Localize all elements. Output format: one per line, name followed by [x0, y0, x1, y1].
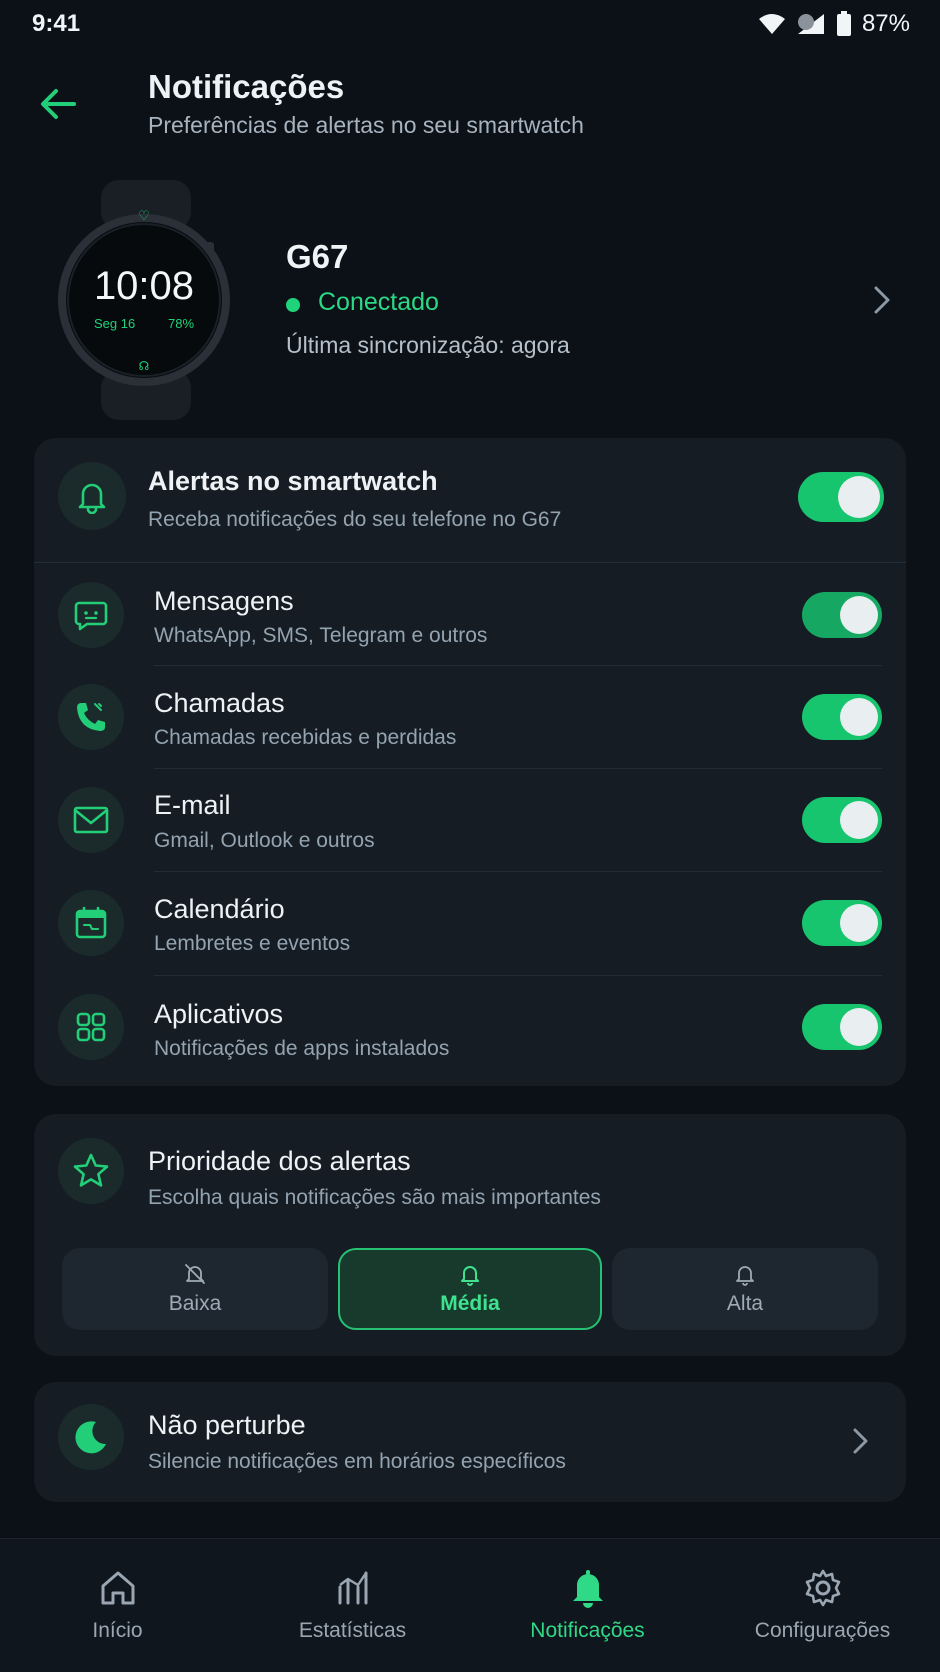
dnd-subtitle: Silencie notificações em horários especí… [148, 1450, 566, 1473]
list-item-subtitle: Gmail, Outlook e outros [154, 829, 375, 852]
calls-toggle[interactable] [802, 694, 882, 740]
home-icon [101, 1571, 134, 1605]
nav-label: Notificações [530, 1619, 645, 1642]
watch-date: Seg 16 [94, 316, 136, 331]
device-name: G67 [286, 238, 349, 275]
toggle-knob [840, 1008, 878, 1046]
list-item-subtitle: Lembretes e eventos [154, 932, 351, 955]
calendar-toggle[interactable] [802, 900, 882, 946]
priority-option-high[interactable]: Alta [612, 1248, 878, 1330]
divider [154, 871, 882, 872]
page-subtitle: Preferências de alertas no seu smartwatc… [148, 112, 584, 138]
page-title: Notificações [148, 68, 345, 105]
star-icon-wrap [58, 1138, 124, 1204]
chevron-right-icon [853, 1428, 868, 1454]
apps-icon-wrap [58, 994, 124, 1060]
status-bar: 9:41 87% [0, 0, 940, 46]
divider [34, 562, 906, 563]
battery-icon [836, 11, 851, 36]
divider [154, 975, 882, 976]
bell-icon [78, 483, 106, 514]
priority-subtitle: Escolha quais notificações são mais impo… [148, 1186, 601, 1209]
message-icon-wrap [58, 582, 124, 648]
bell-icon [736, 1266, 754, 1286]
list-item-title: Aplicativos [154, 999, 284, 1029]
nav-item-settings[interactable]: Configurações [705, 1539, 940, 1672]
phone-icon [77, 703, 105, 731]
dnd-title: Não perturbe [148, 1410, 306, 1440]
battery-percent: 87% [861, 10, 910, 37]
status-time: 9:41 [32, 10, 81, 37]
nav-label: Estatísticas [298, 1619, 407, 1642]
list-item-title: Calendário [154, 894, 285, 924]
connected-dot-icon [286, 298, 300, 312]
list-item-subtitle: Notificações de apps instalados [154, 1037, 450, 1060]
smartwatch-image: ♡ ☊ 10:08 Seg 16 78% [56, 180, 236, 420]
list-item-title: E-mail [154, 790, 231, 820]
watch-time: 10:08 [93, 264, 195, 308]
nav-item-home[interactable]: Início [0, 1539, 235, 1672]
toggle-knob [838, 476, 880, 518]
svg-text:♡: ♡ [138, 209, 150, 224]
cellular-signal-icon [797, 14, 824, 34]
calendar-icon-wrap [58, 890, 124, 956]
chevron-right-icon [874, 286, 890, 314]
nav-label: Configurações [754, 1619, 891, 1642]
email-toggle[interactable] [802, 797, 882, 843]
priority-option-label: Média [440, 1292, 500, 1315]
bell-off-icon [185, 1264, 205, 1284]
gear-icon [805, 1569, 840, 1607]
toggle-knob [840, 904, 878, 942]
status-icons: 87% [758, 10, 910, 38]
divider [154, 665, 882, 666]
alerts-icon-wrap [58, 462, 126, 530]
alerts-card: Alertas no smartwatch Receba notificaçõe… [34, 438, 906, 1086]
priority-option-low[interactable]: Baixa [62, 1248, 328, 1330]
priority-option-label: Alta [726, 1292, 764, 1315]
wifi-icon [758, 14, 785, 34]
nav-item-notifications[interactable]: Notificações [470, 1539, 705, 1672]
bell-icon [572, 1570, 603, 1608]
alerts-master-subtitle: Receba notificações do seu telefone no G… [148, 508, 562, 531]
toggle-knob [840, 596, 878, 634]
list-item-subtitle: WhatsApp, SMS, Telegram e outros [154, 624, 488, 647]
dnd-card[interactable]: Não perturbe Silencie notificações em ho… [34, 1382, 906, 1502]
watch-battery: 78% [168, 316, 195, 331]
toggle-knob [840, 698, 878, 736]
apps-grid-icon [76, 1012, 106, 1042]
bell-icon [461, 1266, 479, 1286]
svg-text:☊: ☊ [139, 359, 150, 373]
apps-toggle[interactable] [802, 1004, 882, 1050]
stats-icon [338, 1571, 367, 1605]
priority-option-label: Baixa [168, 1292, 222, 1315]
nav-label: Início [92, 1619, 143, 1642]
back-button[interactable] [34, 80, 82, 128]
nav-item-stats[interactable]: Estatísticas [235, 1539, 470, 1672]
alerts-master-title: Alertas no smartwatch [148, 466, 438, 496]
list-item-title: Chamadas [154, 688, 285, 718]
alerts-master-toggle[interactable] [798, 472, 884, 522]
list-item-subtitle: Chamadas recebidas e perdidas [154, 726, 457, 749]
arrow-left-icon [41, 89, 76, 119]
device-last-sync: Última sincronização: agora [286, 332, 570, 358]
mail-icon [73, 806, 109, 834]
moon-icon [75, 1421, 106, 1454]
bottom-nav: Início Estatísticas Notificações Configu… [0, 1538, 940, 1672]
mail-icon-wrap [58, 787, 124, 853]
device-status: Conectado [318, 288, 439, 316]
messages-toggle[interactable] [802, 592, 882, 638]
divider [154, 768, 882, 769]
message-icon [74, 601, 108, 631]
list-item-title: Mensagens [154, 586, 294, 616]
phone-icon-wrap [58, 684, 124, 750]
device-details-button[interactable] [868, 282, 896, 318]
star-icon [73, 1153, 109, 1187]
priority-title: Prioridade dos alertas [148, 1146, 411, 1176]
priority-option-medium[interactable]: Média [338, 1248, 602, 1330]
moon-icon-wrap [58, 1404, 124, 1470]
calendar-icon [75, 906, 107, 939]
toggle-knob [840, 801, 878, 839]
